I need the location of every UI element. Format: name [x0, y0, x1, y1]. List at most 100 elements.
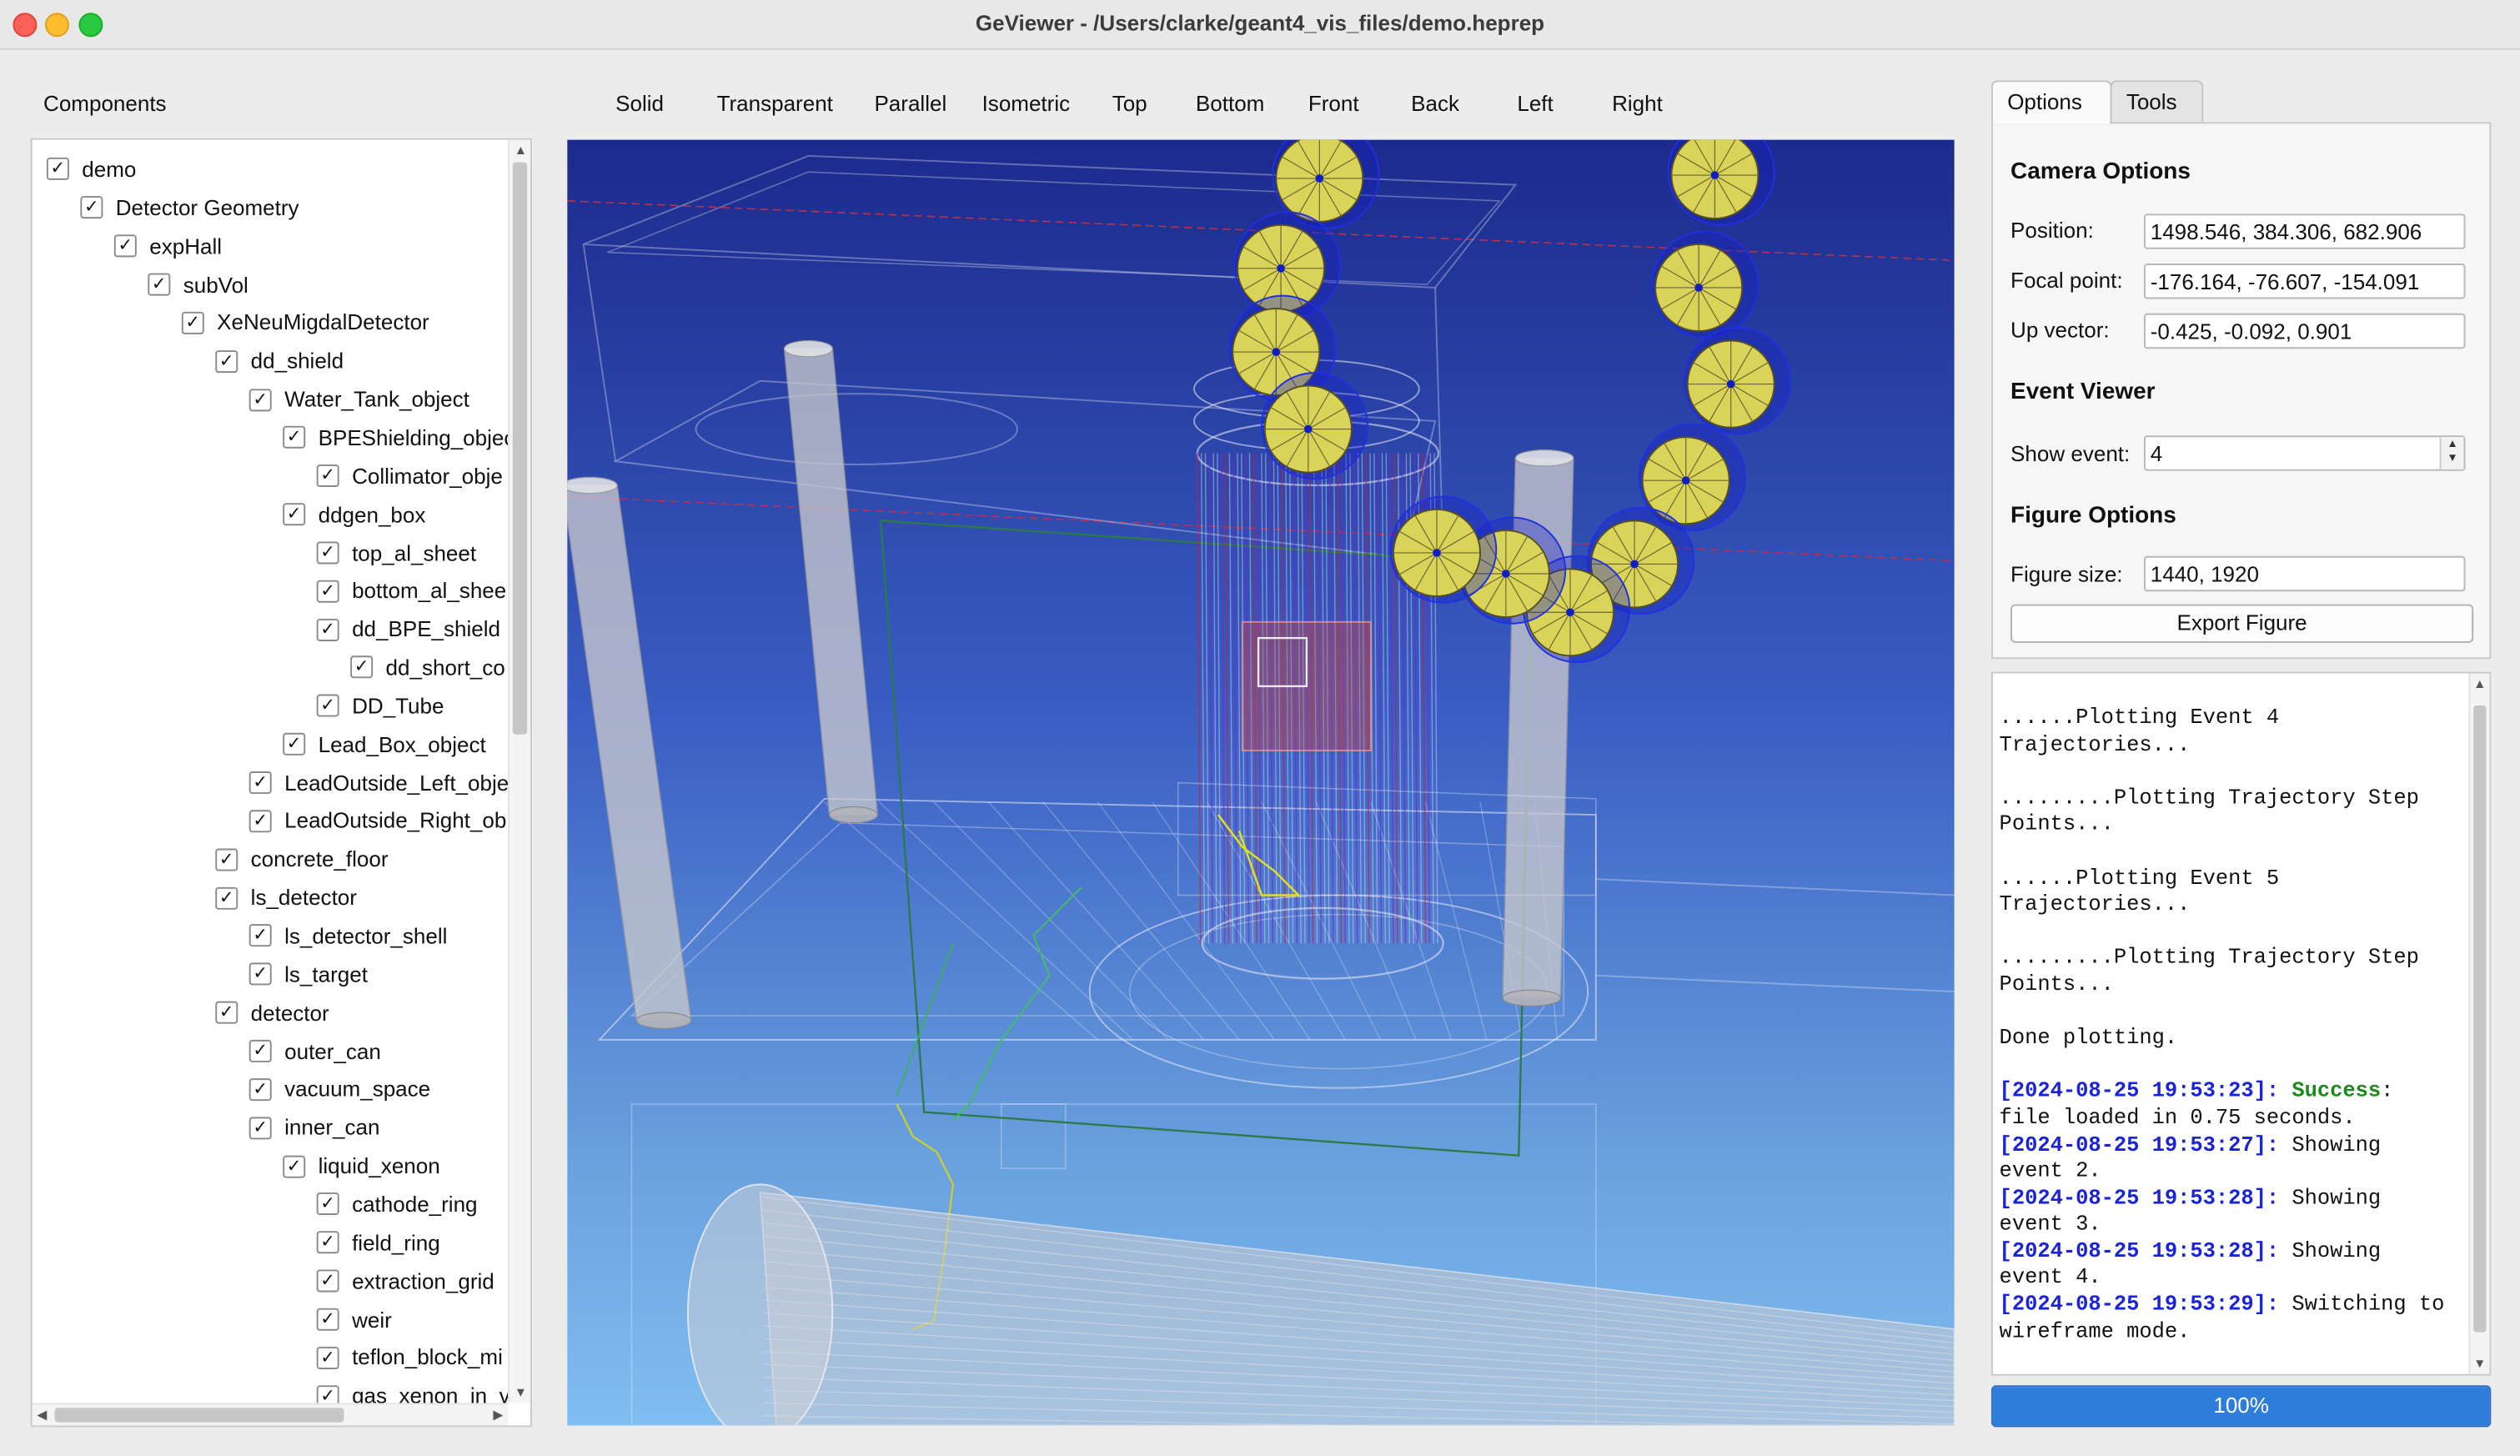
focal-point-field[interactable]: -176.164, -76.607, -154.091	[2144, 264, 2466, 299]
tree-item-checkbox[interactable]: ✓	[316, 1269, 339, 1293]
tree-item[interactable]: ✓ XeNeuMigdalDetector	[181, 304, 429, 343]
bottom-view-button[interactable]: Bottom	[1196, 92, 1264, 116]
tree-item[interactable]: ✓ demo	[46, 151, 136, 189]
transparent-button[interactable]: Transparent	[717, 92, 833, 116]
front-view-button[interactable]: Front	[1308, 92, 1359, 116]
tree-item-checkbox[interactable]: ✓	[283, 1154, 306, 1177]
tree-horizontal-scrollbar[interactable]: ◀ ▶	[32, 1403, 509, 1426]
log-scroll-up-icon[interactable]: ▲	[2473, 676, 2486, 690]
tree-item-checkbox[interactable]: ✓	[316, 541, 339, 565]
tab-options[interactable]: Options	[1990, 80, 2112, 124]
tree-item[interactable]: ✓ ls_target	[248, 956, 368, 994]
tree-item[interactable]: ✓ expHall	[113, 228, 222, 266]
tree-item-checkbox[interactable]: ✓	[316, 1308, 339, 1331]
scroll-up-icon[interactable]: ▲	[515, 143, 527, 158]
tree-item-checkbox[interactable]: ✓	[248, 388, 272, 411]
tree-vertical-scrollbar[interactable]: ▲ ▼	[508, 139, 531, 1403]
solid-button[interactable]: Solid	[615, 92, 664, 116]
tree-item[interactable]: ✓ concrete_floor	[215, 841, 389, 879]
tree-item-checkbox[interactable]: ✓	[215, 886, 238, 909]
tree-item-checkbox[interactable]: ✓	[46, 158, 69, 181]
tree-item[interactable]: ✓ outer_can	[248, 1032, 381, 1071]
scroll-down-icon[interactable]: ▼	[515, 1385, 527, 1399]
tree-item-checkbox[interactable]: ✓	[248, 962, 272, 986]
tree-item-checkbox[interactable]: ✓	[316, 618, 339, 641]
tree-item[interactable]: ✓ Lead_Box_object	[283, 726, 486, 765]
tree-item[interactable]: ✓ cathode_ring	[316, 1186, 478, 1224]
tree-item[interactable]: ✓ Collimator_obje	[316, 458, 503, 496]
tree-item[interactable]: ✓ subVol	[148, 266, 248, 304]
tree-item[interactable]: ✓ dd_short_co	[350, 650, 505, 688]
tree-item-checkbox[interactable]: ✓	[248, 1116, 272, 1139]
back-view-button[interactable]: Back	[1411, 92, 1459, 116]
tree-item-checkbox[interactable]: ✓	[215, 1001, 238, 1024]
tree-item[interactable]: ✓ extraction_grid	[316, 1263, 494, 1301]
tree-item-checkbox[interactable]: ✓	[80, 196, 103, 219]
log-scroll-thumb[interactable]	[2473, 705, 2487, 1333]
tree-item[interactable]: ✓ ls_detector_shell	[248, 917, 447, 956]
tree-item[interactable]: ✓ weir	[316, 1301, 392, 1339]
tree-item[interactable]: ✓ vacuum_space	[248, 1071, 430, 1109]
tree-item-checkbox[interactable]: ✓	[316, 695, 339, 718]
isometric-button[interactable]: Isometric	[982, 92, 1071, 116]
export-figure-button[interactable]: Export Figure	[2010, 604, 2474, 643]
tree-item[interactable]: ✓ LeadOutside_Left_obje	[248, 765, 508, 803]
left-view-button[interactable]: Left	[1517, 92, 1553, 116]
tree-item-checkbox[interactable]: ✓	[316, 1384, 339, 1403]
tree-item-checkbox[interactable]: ✓	[350, 656, 374, 680]
tree-item-checkbox[interactable]: ✓	[283, 503, 306, 526]
tree-item-checkbox[interactable]: ✓	[283, 426, 306, 449]
up-vector-field[interactable]: -0.425, -0.092, 0.901	[2144, 313, 2466, 349]
tree-item[interactable]: ✓ BPEShielding_objec	[283, 419, 508, 458]
position-field[interactable]: 1498.546, 384.306, 682.906	[2144, 213, 2466, 249]
tree-item[interactable]: ✓ field_ring	[316, 1224, 440, 1263]
tree-item-checkbox[interactable]: ✓	[248, 771, 272, 795]
tree-item[interactable]: ✓ ddgen_box	[283, 496, 425, 535]
tree-item-checkbox[interactable]: ✓	[113, 234, 137, 258]
tree-item[interactable]: ✓ bottom_al_shee	[316, 573, 506, 611]
tab-tools[interactable]: Tools	[2110, 80, 2204, 124]
tree-item-checkbox[interactable]: ✓	[316, 1346, 339, 1369]
tree-vertical-scroll-thumb[interactable]	[512, 162, 528, 735]
tree-item-checkbox[interactable]: ✓	[316, 1192, 339, 1216]
tree-item[interactable]: ✓ Detector Geometry	[80, 189, 299, 228]
parallel-button[interactable]: Parallel	[874, 92, 946, 116]
scroll-right-icon[interactable]: ▶	[493, 1408, 503, 1422]
tree-item[interactable]: ✓ Water_Tank_object	[248, 381, 469, 419]
tree-horizontal-scroll-thumb[interactable]	[54, 1408, 344, 1423]
tree-item[interactable]: ✓ dd_shield	[215, 343, 344, 381]
figure-size-field[interactable]: 1440, 1920	[2144, 555, 2466, 592]
tree-item[interactable]: ✓ gas_xenon_in_v	[316, 1378, 508, 1403]
spin-arrows-icon[interactable]: ▲ ▼	[2439, 437, 2464, 469]
tree-item[interactable]: ✓ dd_BPE_shield	[316, 611, 500, 650]
tree-item[interactable]: ✓ ls_detector	[215, 879, 357, 917]
tree-item[interactable]: ✓ DD_Tube	[316, 688, 444, 726]
log-scroll-down-icon[interactable]: ▼	[2473, 1357, 2486, 1371]
scroll-left-icon[interactable]: ◀	[37, 1408, 47, 1422]
right-view-button[interactable]: Right	[1612, 92, 1663, 116]
tree-item[interactable]: ✓ top_al_sheet	[316, 535, 476, 573]
tree-item-checkbox[interactable]: ✓	[248, 1077, 272, 1101]
show-event-spinbox[interactable]: 4 ▲ ▼	[2144, 435, 2466, 471]
tree-item-checkbox[interactable]: ✓	[316, 1231, 339, 1254]
tree-item[interactable]: ✓ LeadOutside_Right_ob	[248, 803, 506, 841]
tree-item-checkbox[interactable]: ✓	[181, 311, 204, 334]
tree-item-checkbox[interactable]: ✓	[248, 1039, 272, 1062]
tree-item[interactable]: ✓ teflon_block_mi	[316, 1339, 503, 1378]
3d-viewport[interactable]	[567, 139, 1955, 1426]
tree-item-checkbox[interactable]: ✓	[316, 464, 339, 488]
tree-item-checkbox[interactable]: ✓	[316, 580, 339, 603]
tree-item[interactable]: ✓ inner_can	[248, 1109, 379, 1147]
tree-item-checkbox[interactable]: ✓	[215, 848, 238, 871]
components-tree[interactable]: ✓ demo ✓ Detector Geometry ✓ expHall ✓ subVol ✓ X…	[30, 138, 532, 1428]
tree-item-checkbox[interactable]: ✓	[215, 349, 238, 373]
tree-item-checkbox[interactable]: ✓	[248, 810, 272, 833]
log-output[interactable]: ......Plotting Event 4 Trajectories... .…	[1990, 671, 2492, 1376]
tree-item-checkbox[interactable]: ✓	[283, 733, 306, 756]
tree-item-checkbox[interactable]: ✓	[148, 273, 171, 296]
tree-item[interactable]: ✓ detector	[215, 994, 329, 1032]
top-view-button[interactable]: Top	[1112, 92, 1147, 116]
tree-item[interactable]: ✓ liquid_xenon	[283, 1147, 440, 1186]
tree-item-checkbox[interactable]: ✓	[248, 924, 272, 947]
log-scrollbar[interactable]: ▲ ▼	[2468, 673, 2490, 1374]
